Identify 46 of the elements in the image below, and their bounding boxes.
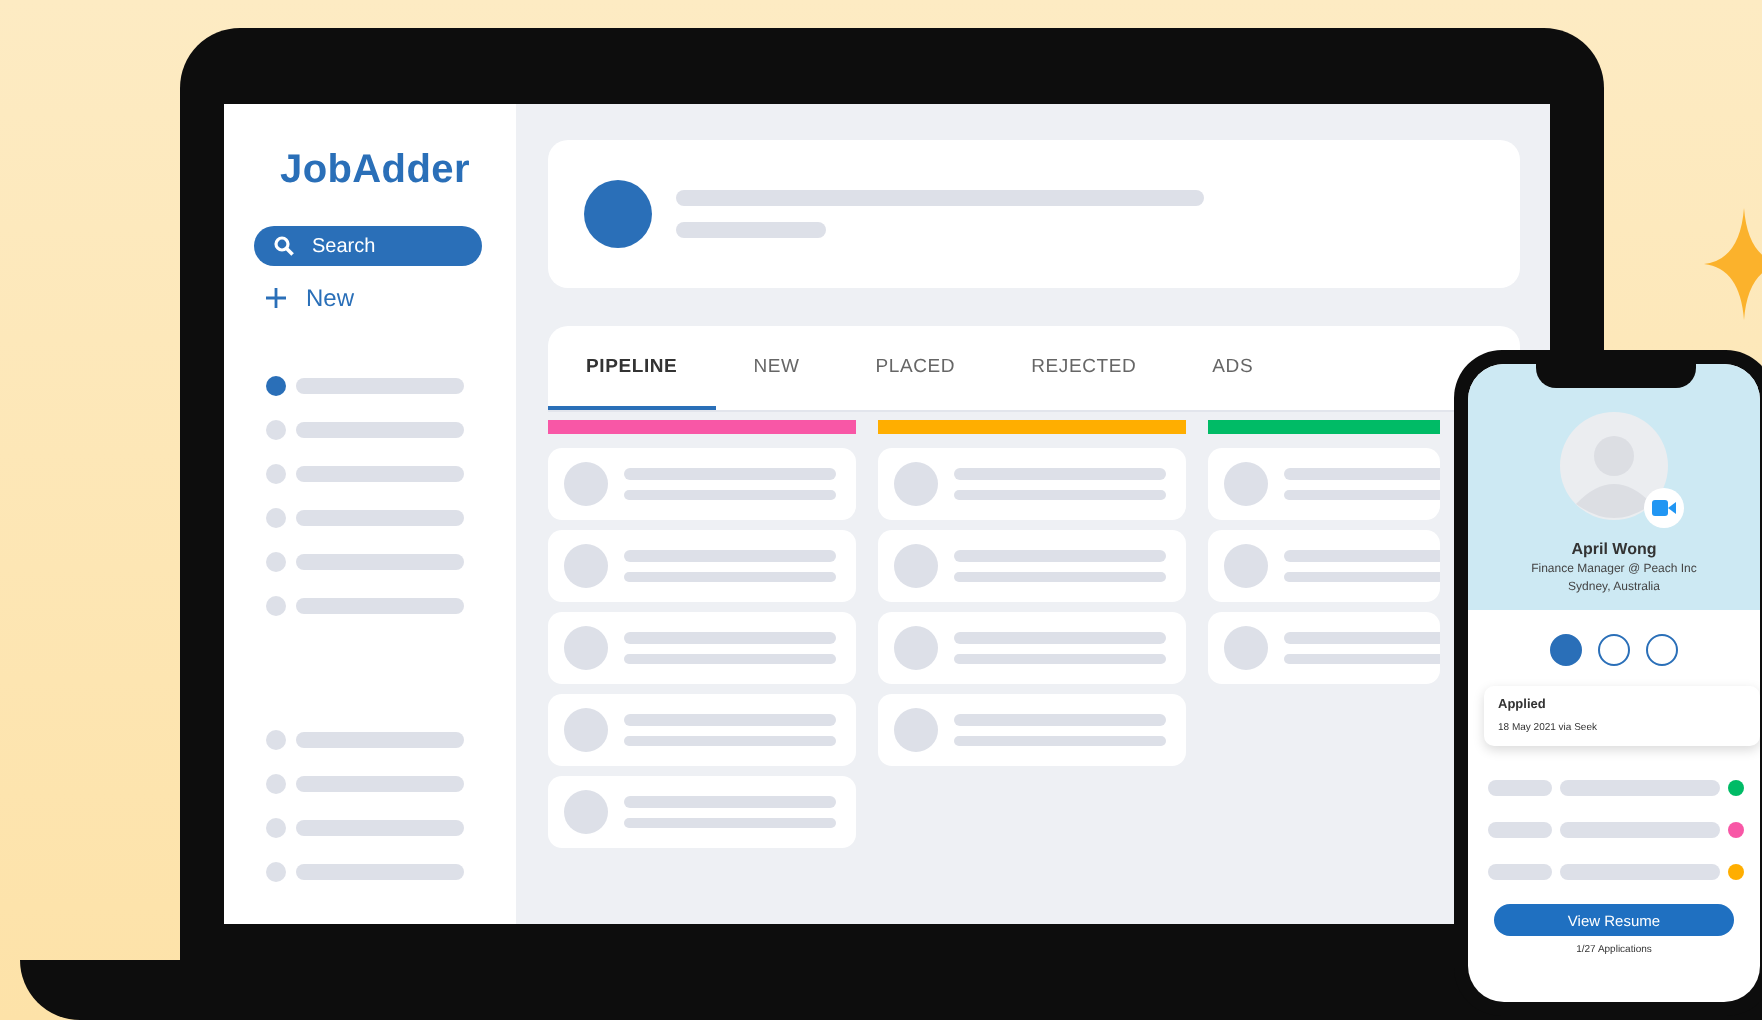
placeholder-line [1488,822,1552,838]
tab[interactable]: ADS [1174,326,1292,410]
step-indicator[interactable] [1550,634,1582,666]
candidate-card[interactable] [548,612,856,684]
avatar-circle [1224,462,1268,506]
avatar-circle [564,626,608,670]
avatar-circle [894,544,938,588]
candidate-card[interactable] [1208,612,1440,684]
avatar-circle [564,790,608,834]
search-field[interactable]: Search [254,226,482,266]
tab[interactable]: PIPELINE [548,326,716,410]
candidate-card[interactable] [878,694,1186,766]
candidate-card[interactable] [878,530,1186,602]
candidate-card[interactable] [548,530,856,602]
candidate-card[interactable] [878,448,1186,520]
candidate-card[interactable] [548,448,856,520]
video-camera-icon[interactable] [1644,488,1684,528]
avatar-circle [1224,544,1268,588]
avatar-circle [894,626,938,670]
avatar-circle [564,708,608,752]
step-indicator[interactable] [1646,634,1678,666]
tab[interactable]: NEW [715,326,838,410]
avatar-circle [894,462,938,506]
placeholder-line [1488,780,1552,796]
avatar-circle [894,708,938,752]
tab[interactable]: REJECTED [993,326,1175,410]
plus-icon [266,288,286,308]
candidate-card[interactable] [1208,530,1440,602]
person-silhouette-icon [1560,412,1668,520]
candidate-card[interactable] [548,694,856,766]
avatar-circle [584,180,652,248]
candidate-card[interactable] [1208,448,1440,520]
avatar-circle [564,462,608,506]
placeholder-line [1488,864,1552,880]
search-input[interactable]: Search [312,235,452,257]
candidate-card[interactable] [548,776,856,848]
tab[interactable]: PLACED [837,326,994,410]
sparkle-icon [1704,208,1762,320]
avatar-circle [564,544,608,588]
logo: JobAdder [280,148,470,194]
candidate-card[interactable] [878,612,1186,684]
candidate-name: April Wong [1571,540,1657,558]
search-icon [274,236,294,256]
avatar-circle [1224,626,1268,670]
step-indicator[interactable] [1598,634,1630,666]
new-button[interactable]: New [254,284,355,312]
